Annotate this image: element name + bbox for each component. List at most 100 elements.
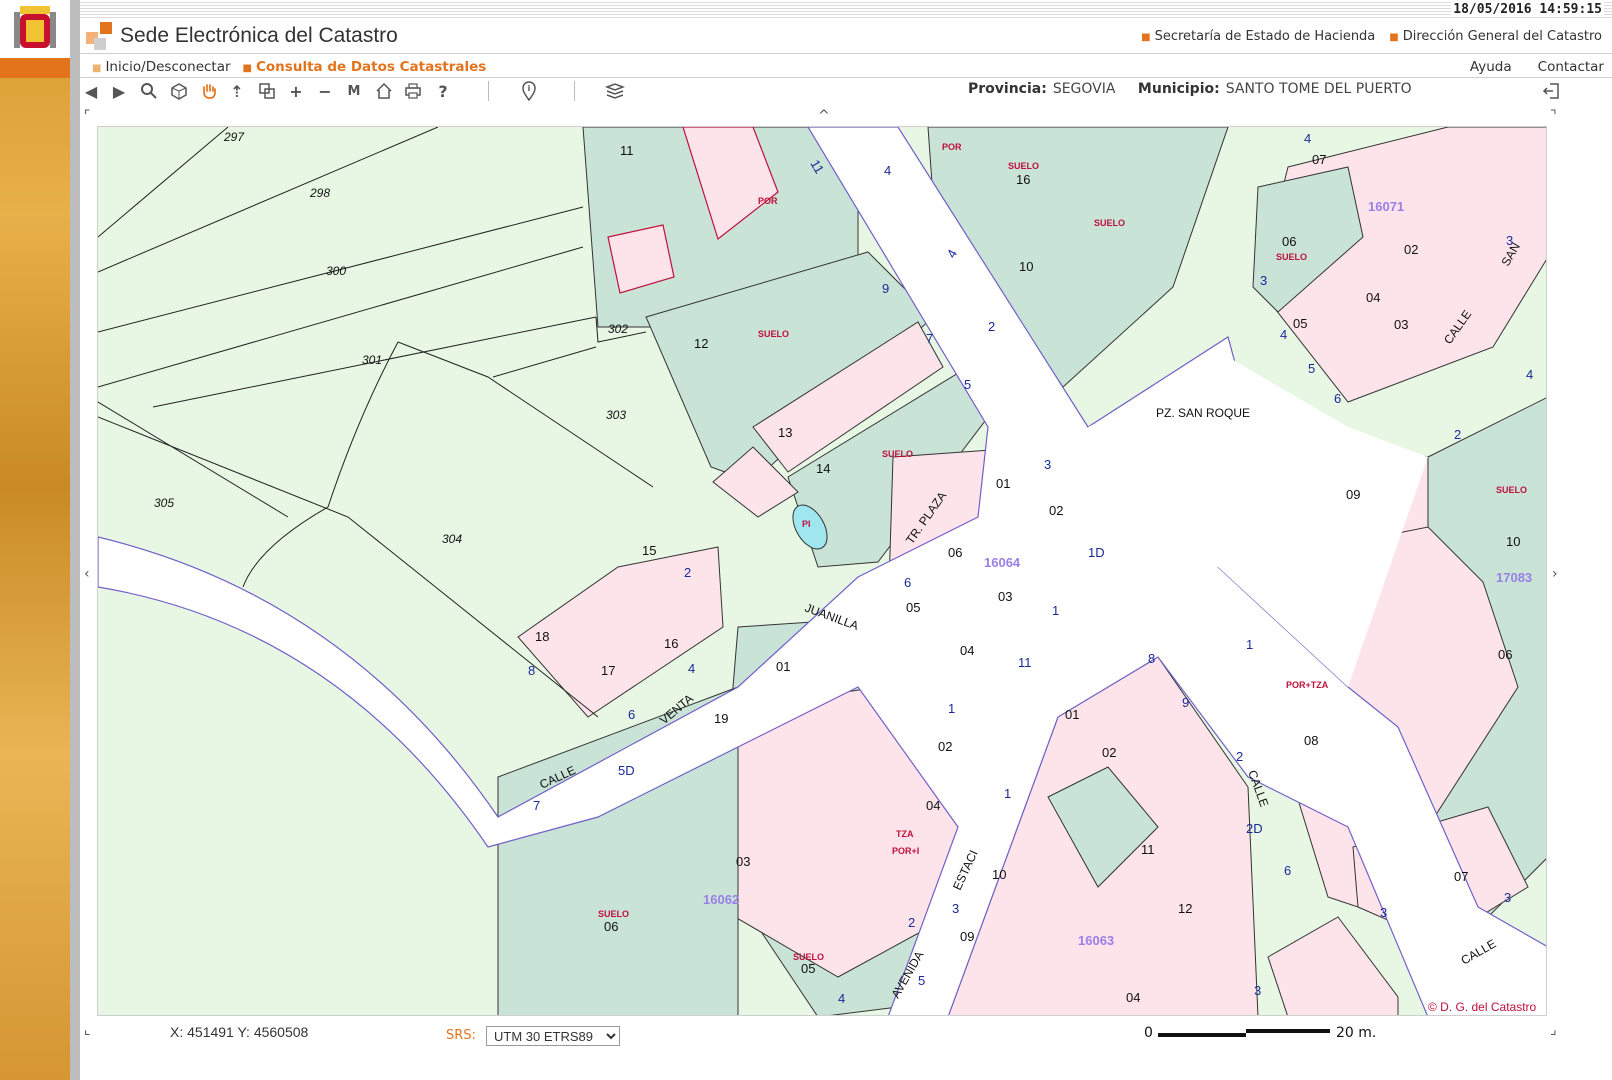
block-id-16062: 16062 [703, 892, 739, 907]
svg-text:14: 14 [816, 461, 830, 476]
map-canvas[interactable]: 297 298 300 301 302 303 304 305 111213 1… [98, 127, 1547, 1016]
svg-text:1: 1 [1246, 637, 1253, 652]
svg-text:3: 3 [1506, 233, 1513, 248]
nav-contact[interactable]: Contactar [1538, 59, 1604, 75]
nav-bar: ■ Inicio/Desconectar ■ Consulta de Datos C… [80, 56, 1612, 78]
location-info: Provincia: SEGOVIA Municipio: SANTO TOME D… [968, 81, 1412, 97]
parcel-304: 304 [442, 532, 462, 546]
3d-icon[interactable] [168, 80, 190, 102]
measure-icon[interactable]: M [343, 80, 365, 102]
svg-text:SUELO: SUELO [1094, 218, 1125, 228]
svg-text:9: 9 [1182, 695, 1189, 710]
svg-text:05: 05 [906, 600, 920, 615]
upload-icon[interactable]: ⇡ [226, 80, 248, 102]
coat-of-arms-logo [0, 0, 70, 58]
svg-text:11: 11 [1018, 655, 1032, 670]
svg-text:2: 2 [1236, 749, 1243, 764]
forward-icon[interactable]: ▶ [108, 80, 130, 102]
parcel-305: 305 [154, 496, 174, 510]
catastro-logo-icon [86, 22, 112, 50]
svg-text:04: 04 [1126, 990, 1140, 1005]
svg-text:08: 08 [1304, 733, 1318, 748]
pan-hand-icon[interactable] [198, 80, 220, 102]
svg-text:7: 7 [926, 331, 933, 346]
svg-text:3: 3 [1254, 983, 1261, 998]
svg-text:04: 04 [926, 798, 940, 813]
zoom-out-icon[interactable]: − [314, 80, 336, 102]
block-id-17083: 17083 [1496, 570, 1532, 585]
svg-text:1D: 1D [1088, 545, 1105, 560]
svg-text:5: 5 [918, 973, 925, 988]
svg-text:PI: PI [802, 519, 811, 529]
home-icon[interactable] [373, 80, 395, 102]
corner-mark: ⌞ [84, 1022, 91, 1038]
svg-text:10: 10 [1019, 259, 1033, 274]
svg-text:1: 1 [1052, 603, 1059, 618]
svg-text:03: 03 [998, 589, 1012, 604]
svg-text:POR: POR [758, 196, 778, 206]
pan-up-icon[interactable]: ^ [818, 108, 830, 124]
exit-icon[interactable] [1540, 80, 1562, 102]
svg-text:8: 8 [528, 663, 535, 678]
svg-text:2D: 2D [1246, 821, 1263, 836]
svg-text:07: 07 [1454, 869, 1468, 884]
svg-text:04: 04 [960, 643, 974, 658]
svg-text:7: 7 [533, 798, 540, 813]
block-id-16064: 16064 [984, 555, 1021, 570]
svg-text:05: 05 [801, 961, 815, 976]
header-links: ■ Secretaría de Estado de Hacienda ■ Direc… [1141, 29, 1602, 44]
svg-text:19: 19 [714, 711, 728, 726]
zoom-in-icon[interactable]: + [285, 80, 307, 102]
toolbar-divider [488, 81, 489, 101]
svg-text:09: 09 [1346, 487, 1360, 502]
svg-text:10: 10 [1506, 534, 1520, 549]
svg-text:4: 4 [838, 991, 845, 1006]
svg-text:01: 01 [996, 476, 1010, 491]
svg-text:01: 01 [1065, 707, 1079, 722]
link-secretaria[interactable]: ■ Secretaría de Estado de Hacienda [1141, 29, 1375, 44]
layers-icon[interactable] [604, 80, 626, 102]
pan-right-icon[interactable]: › [1552, 566, 1558, 582]
municipality-value: SANTO TOME DEL PUERTO [1225, 81, 1412, 97]
svg-text:11: 11 [1141, 842, 1155, 857]
orange-band [0, 58, 70, 78]
link-direccion[interactable]: ■ Dirección General del Catastro [1389, 29, 1602, 44]
cursor-coordinates: X: 451491 Y: 4560508 [170, 1024, 309, 1040]
back-icon[interactable]: ◀ [80, 80, 102, 102]
srs-select[interactable]: UTM 30 ETRS89 [486, 1026, 620, 1046]
svg-text:02: 02 [1049, 503, 1063, 518]
svg-text:06: 06 [948, 545, 962, 560]
svg-text:POR+TZA: POR+TZA [1286, 680, 1329, 690]
svg-text:5: 5 [964, 377, 971, 392]
svg-text:POR: POR [942, 142, 962, 152]
svg-text:6: 6 [1334, 391, 1341, 406]
svg-text:13: 13 [778, 425, 792, 440]
help-icon[interactable]: ? [432, 80, 454, 102]
svg-text:03: 03 [1394, 317, 1408, 332]
pan-left-icon[interactable]: ‹ [84, 566, 90, 582]
cadastral-map[interactable]: 297 298 300 301 302 303 304 305 11 12 13 1… [97, 126, 1547, 1016]
info-icon[interactable]: i [518, 80, 540, 102]
svg-text:16: 16 [1016, 172, 1030, 187]
svg-text:06: 06 [1282, 234, 1296, 249]
print-icon[interactable] [402, 80, 424, 102]
nav-consulta[interactable]: ■ Consulta de Datos Catastrales [243, 59, 487, 75]
zoom-icon[interactable] [138, 80, 160, 102]
svg-text:01: 01 [776, 659, 790, 674]
window-zoom-icon[interactable] [256, 80, 278, 102]
nav-help[interactable]: Ayuda [1470, 59, 1512, 75]
header: Sede Electrónica del Catastro ■ Secretarí… [80, 20, 1612, 54]
svg-text:18: 18 [535, 629, 549, 644]
svg-text:POR+I: POR+I [892, 846, 919, 856]
srs-label: SRS: [446, 1028, 476, 1043]
parcel-300: 300 [326, 264, 346, 278]
status-bar: X: 451491 Y: 4560508 SRS: UTM 30 ETRS89 … [80, 1020, 1612, 1050]
svg-text:SUELO: SUELO [598, 909, 629, 919]
svg-text:TZA: TZA [896, 829, 914, 839]
toolbar-divider [574, 81, 575, 101]
svg-text:4: 4 [1280, 327, 1287, 342]
nav-home[interactable]: ■ Inicio/Desconectar [92, 59, 231, 75]
corner-mark: ⌜ [84, 108, 91, 124]
scale-bar: 0 20 m. [1144, 1025, 1377, 1041]
parcel-302: 302 [608, 322, 628, 336]
